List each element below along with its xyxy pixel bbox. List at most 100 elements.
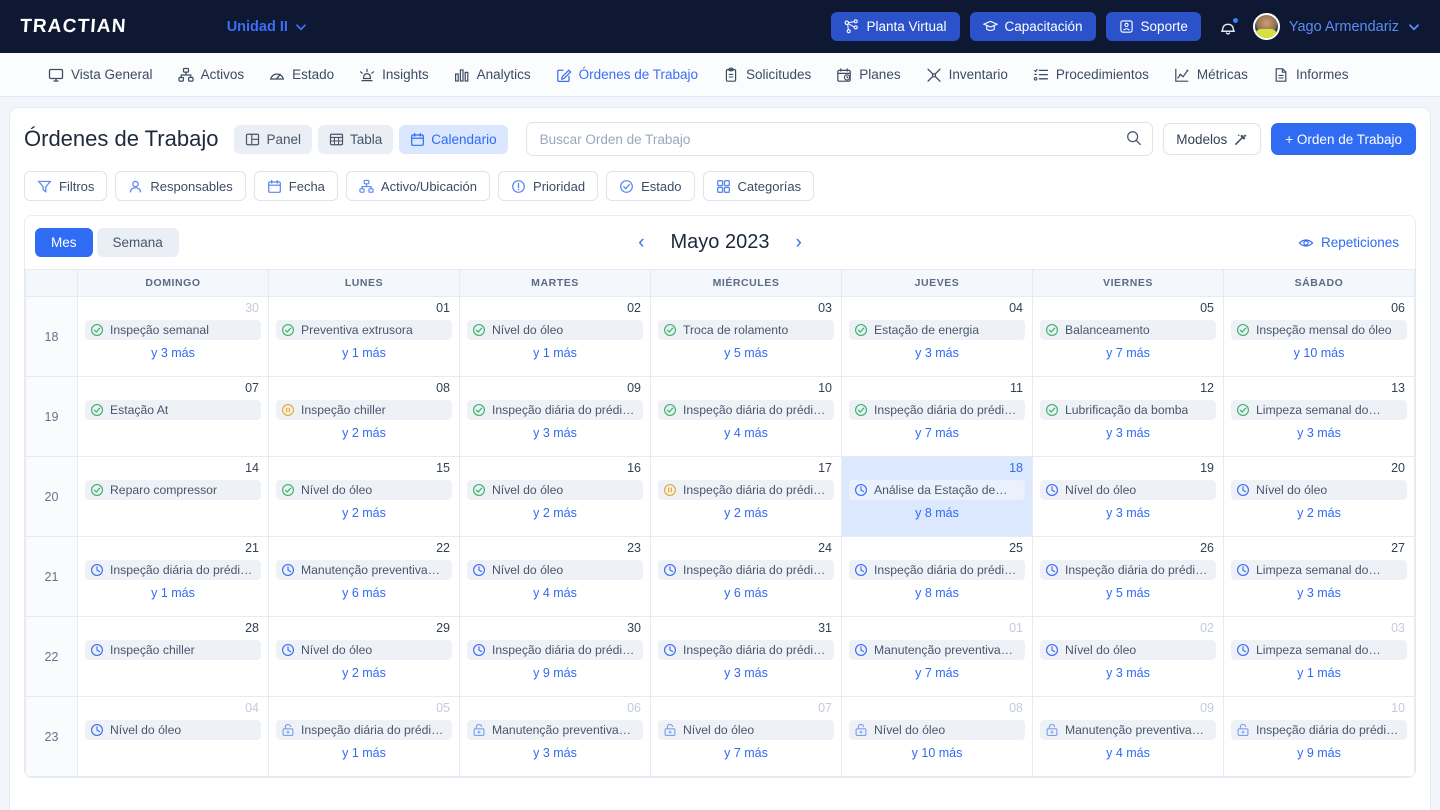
soporte-button[interactable]: Soporte	[1105, 12, 1201, 41]
work-order-event[interactable]: Inspeção diária do prédi…	[1040, 559, 1216, 580]
calendar-day-cell[interactable]: 25 Inspeção diária do prédi… y 8 más	[841, 536, 1033, 617]
work-order-event[interactable]: Nível do óleo	[276, 639, 452, 660]
nav-item-inventario[interactable]: Inventario	[926, 67, 1008, 83]
more-events-link[interactable]: y 8 más	[842, 586, 1032, 600]
work-order-event[interactable]: Nível do óleo	[276, 479, 452, 500]
calendar-day-cell[interactable]: 20 Nível do óleo y 2 más	[1223, 456, 1415, 537]
calendar-day-cell[interactable]: 04 Nível do óleo	[77, 696, 269, 777]
range-mes-button[interactable]: Mes	[35, 228, 93, 257]
more-events-link[interactable]: y 1 más	[269, 346, 459, 360]
calendar-day-cell[interactable]: 03 Limpeza semanal do… y 1 más	[1223, 616, 1415, 697]
nav-item-planes[interactable]: Planes	[836, 67, 901, 83]
calendar-day-cell[interactable]: 01 Manutenção preventiva… y 7 más	[841, 616, 1033, 697]
more-events-link[interactable]: y 3 más	[651, 666, 841, 680]
calendar-day-cell[interactable]: 21 Inspeção diária do prédi… y 1 más	[77, 536, 269, 617]
work-order-event[interactable]: Nível do óleo	[467, 559, 643, 580]
work-order-event[interactable]: Limpeza semanal do…	[1231, 399, 1407, 420]
work-order-event[interactable]: Inspeção diária do prédi…	[276, 719, 452, 740]
work-order-event[interactable]: Nível do óleo	[1040, 639, 1216, 660]
work-order-event[interactable]: Inspeção diária do prédi…	[849, 559, 1025, 580]
more-events-link[interactable]: y 10 más	[842, 746, 1032, 760]
view-tab-panel[interactable]: Panel	[234, 124, 312, 154]
calendar-day-cell[interactable]: 02 Nível do óleo y 1 más	[459, 296, 651, 377]
more-events-link[interactable]: y 4 más	[651, 426, 841, 440]
work-order-event[interactable]: Troca de rolamento	[658, 319, 834, 340]
calendar-day-cell[interactable]: 05 Inspeção diária do prédi… y 1 más	[268, 696, 460, 777]
calendar-day-cell[interactable]: 18 Análise da Estação de… y 8 más	[841, 456, 1033, 537]
work-order-event[interactable]: Nível do óleo	[1040, 479, 1216, 500]
calendar-day-cell[interactable]: 06 Manutenção preventiva… y 3 más	[459, 696, 651, 777]
more-events-link[interactable]: y 7 más	[842, 666, 1032, 680]
work-order-event[interactable]: Nível do óleo	[658, 719, 834, 740]
more-events-link[interactable]: y 5 más	[1033, 586, 1223, 600]
unit-selector[interactable]: Unidad II	[227, 19, 307, 35]
work-order-event[interactable]: Inspeção diária do prédi…	[467, 399, 643, 420]
work-order-event[interactable]: Nível do óleo	[467, 479, 643, 500]
filter-filtros[interactable]: Filtros	[24, 171, 108, 201]
work-order-event[interactable]: Nível do óleo	[467, 319, 643, 340]
more-events-link[interactable]: y 3 más	[78, 346, 268, 360]
notifications-button[interactable]	[1217, 16, 1239, 38]
capacitacion-button[interactable]: Capacitación	[969, 12, 1096, 41]
calendar-day-cell[interactable]: 07 Nível do óleo y 7 más	[650, 696, 842, 777]
work-order-event[interactable]: Inspeção diária do prédi…	[1231, 719, 1407, 740]
calendar-day-cell[interactable]: 23 Nível do óleo y 4 más	[459, 536, 651, 617]
work-order-event[interactable]: Inspeção diária do prédi…	[658, 399, 834, 420]
work-order-event[interactable]: Inspeção mensal do óleo	[1231, 319, 1407, 340]
calendar-day-cell[interactable]: 01 Preventiva extrusora y 1 más	[268, 296, 460, 377]
work-order-event[interactable]: Inspeção chiller	[276, 399, 452, 420]
work-order-event[interactable]: Nível do óleo	[85, 719, 261, 740]
calendar-day-cell[interactable]: 08 Nível do óleo y 10 más	[841, 696, 1033, 777]
more-events-link[interactable]: y 2 más	[269, 506, 459, 520]
search-input[interactable]	[525, 122, 1154, 156]
more-events-link[interactable]: y 3 más	[842, 346, 1032, 360]
more-events-link[interactable]: y 3 más	[1224, 426, 1414, 440]
work-order-event[interactable]: Análise da Estação de…	[849, 479, 1025, 500]
more-events-link[interactable]: y 3 más	[1033, 506, 1223, 520]
work-order-event[interactable]: Inspeção diária do prédi…	[658, 479, 834, 500]
more-events-link[interactable]: y 1 más	[269, 746, 459, 760]
calendar-day-cell[interactable]: 09 Manutenção preventiva… y 4 más	[1032, 696, 1224, 777]
calendar-day-cell[interactable]: 03 Troca de rolamento y 5 más	[650, 296, 842, 377]
more-events-link[interactable]: y 4 más	[460, 586, 650, 600]
more-events-link[interactable]: y 6 más	[651, 586, 841, 600]
filter-fecha[interactable]: Fecha	[253, 171, 338, 201]
filter-categor-as[interactable]: Categorías	[702, 171, 815, 201]
calendar-day-cell[interactable]: 14 Reparo compressor	[77, 456, 269, 537]
search-button[interactable]	[1125, 129, 1143, 150]
next-month-button[interactable]: ›	[791, 233, 805, 252]
work-order-event[interactable]: Estação de energia	[849, 319, 1025, 340]
work-order-event[interactable]: Nível do óleo	[849, 719, 1025, 740]
work-order-event[interactable]: Preventiva extrusora	[276, 319, 452, 340]
work-order-event[interactable]: Inspeção diária do prédi…	[467, 639, 643, 660]
more-events-link[interactable]: y 1 más	[1224, 666, 1414, 680]
calendar-day-cell[interactable]: 09 Inspeção diária do prédi… y 3 más	[459, 376, 651, 457]
calendar-day-cell[interactable]: 17 Inspeção diária do prédi… y 2 más	[650, 456, 842, 537]
work-order-event[interactable]: Balanceamento	[1040, 319, 1216, 340]
calendar-day-cell[interactable]: 16 Nível do óleo y 2 más	[459, 456, 651, 537]
calendar-day-cell[interactable]: 10 Inspeção diária do prédi… y 4 más	[650, 376, 842, 457]
work-order-event[interactable]: Lubrificação da bomba	[1040, 399, 1216, 420]
more-events-link[interactable]: y 1 más	[78, 586, 268, 600]
work-order-event[interactable]: Limpeza semanal do…	[1231, 559, 1407, 580]
calendar-day-cell[interactable]: 07 Estação At	[77, 376, 269, 457]
work-order-event[interactable]: Nível do óleo	[1231, 479, 1407, 500]
work-order-event[interactable]: Manutenção preventiva…	[276, 559, 452, 580]
more-events-link[interactable]: y 7 más	[842, 426, 1032, 440]
filter-prioridad[interactable]: Prioridad	[498, 171, 599, 201]
more-events-link[interactable]: y 2 más	[269, 426, 459, 440]
calendar-day-cell[interactable]: 31 Inspeção diária do prédi… y 3 más	[650, 616, 842, 697]
view-tab-tabla[interactable]: Tabla	[318, 124, 394, 154]
calendar-day-cell[interactable]: 06 Inspeção mensal do óleo y 10 más	[1223, 296, 1415, 377]
calendar-day-cell[interactable]: 30 Inspeção semanal y 3 más	[77, 296, 269, 377]
nav-item-informes[interactable]: Informes	[1273, 67, 1348, 83]
nav-item-vista-general[interactable]: Vista General	[48, 67, 153, 83]
work-order-event[interactable]: Manutenção preventiva…	[467, 719, 643, 740]
more-events-link[interactable]: y 6 más	[269, 586, 459, 600]
range-semana-button[interactable]: Semana	[96, 228, 179, 257]
user-menu[interactable]: Yago Armendariz	[1252, 13, 1420, 40]
more-events-link[interactable]: y 2 más	[651, 506, 841, 520]
more-events-link[interactable]: y 3 más	[460, 426, 650, 440]
calendar-day-cell[interactable]: 04 Estação de energia y 3 más	[841, 296, 1033, 377]
calendar-day-cell[interactable]: 29 Nível do óleo y 2 más	[268, 616, 460, 697]
